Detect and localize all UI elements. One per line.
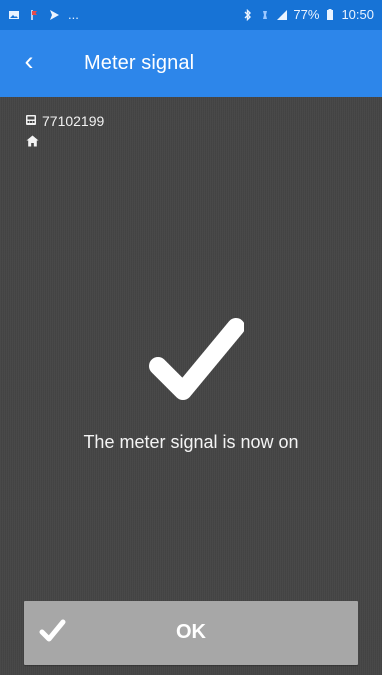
- status-bar: ... 77% 10:50: [0, 0, 382, 30]
- ok-button-label: OK: [176, 621, 206, 643]
- chevron-left-icon: ‹: [24, 45, 34, 76]
- checkmark-icon: [148, 317, 245, 403]
- back-button[interactable]: ‹: [13, 45, 45, 77]
- image-icon: [8, 9, 20, 21]
- home-info: [26, 134, 39, 152]
- send-icon: [48, 9, 60, 21]
- battery-icon: [324, 8, 336, 21]
- alarm-icon: [259, 9, 271, 21]
- home-icon: [26, 134, 39, 151]
- flag-icon: [28, 9, 40, 21]
- battery-percentage: 77%: [293, 7, 320, 22]
- meter-signal-content: 77102199 The meter signal is now on OK: [0, 97, 382, 675]
- page-title: Meter signal: [84, 52, 195, 74]
- app-bar: ‹ Meter signal: [0, 30, 382, 97]
- status-right-icons: 77% 10:50: [242, 7, 374, 22]
- bluetooth-icon: [242, 8, 254, 21]
- status-more: ...: [68, 7, 79, 22]
- success-message: The meter signal is now on: [83, 432, 299, 452]
- meter-id: 77102199: [42, 113, 105, 129]
- signal-icon: [276, 9, 288, 21]
- status-left-icons: ...: [8, 7, 79, 22]
- meter-info: 77102199: [25, 113, 104, 129]
- phone-screen: ... 77% 10:50 ‹ Meter signal 77102199 Th…: [0, 0, 382, 675]
- meter-icon: [25, 113, 37, 129]
- status-time: 10:50: [341, 7, 374, 22]
- ok-button[interactable]: OK: [24, 601, 358, 665]
